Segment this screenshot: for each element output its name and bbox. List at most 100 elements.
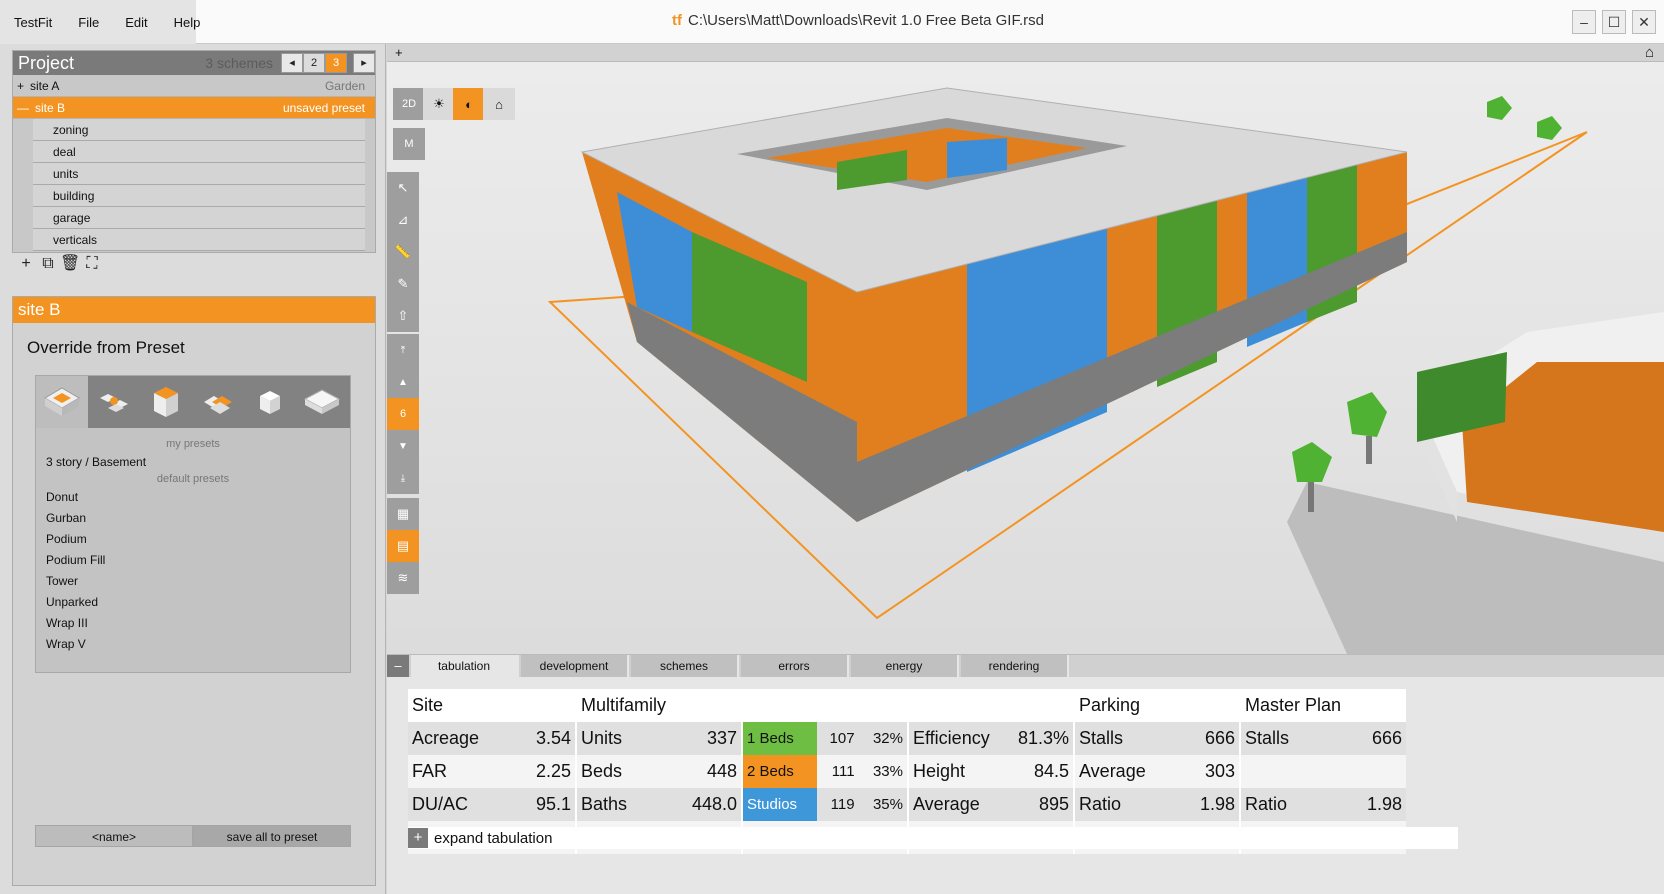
view-mode-2d[interactable]: 2D (393, 88, 425, 120)
floor-up-icon[interactable]: ▲ (387, 366, 419, 398)
preset-item[interactable]: Gurban (46, 508, 350, 529)
cell: 666 (1360, 722, 1406, 755)
site-subitem-building[interactable]: building (33, 185, 365, 207)
cell (1360, 755, 1406, 788)
close-button[interactable]: ✕ (1632, 10, 1656, 34)
maximize-button[interactable]: ☐ (1602, 10, 1626, 34)
menu-testfit[interactable]: TestFit (14, 15, 52, 30)
preset-thumb-gurban[interactable] (88, 376, 140, 428)
preset-item[interactable]: Donut (46, 487, 350, 508)
contrast-icon[interactable]: ◐ (453, 88, 485, 120)
cell: Beds (576, 755, 683, 788)
scheme-page-2[interactable]: 2 (303, 53, 325, 73)
override-heading: Override from Preset (27, 338, 185, 357)
plan-view-icon[interactable]: ▦ (387, 498, 419, 530)
floor-down-icon[interactable]: ▼ (387, 430, 419, 462)
home-view-icon[interactable]: ⌂ (483, 88, 515, 120)
preset-thumb-tower[interactable] (244, 376, 296, 428)
new-view-icon[interactable]: + (395, 44, 403, 61)
preset-item[interactable]: Wrap V (46, 634, 350, 655)
tab-schemes[interactable]: schemes (631, 655, 739, 677)
preset-item[interactable]: 3 story / Basement (46, 452, 350, 473)
menu-help[interactable]: Help (174, 15, 201, 30)
preset-item[interactable]: Podium Fill (46, 550, 350, 571)
expand-icon[interactable]: + (408, 828, 428, 848)
menu-file[interactable]: File (78, 15, 99, 30)
tab-energy[interactable]: energy (851, 655, 959, 677)
table-row: FAR 2.25 Beds 448 2 Beds 111 33% Height … (408, 755, 1406, 788)
minimize-button[interactable]: – (1572, 10, 1596, 34)
prev-scheme-button[interactable]: ◂ (281, 53, 303, 73)
cell: 448.0 (682, 788, 743, 821)
scheme-page-3[interactable]: 3 (325, 53, 347, 73)
3d-viewport[interactable]: + ⌂ 2D ☀ ◐ ⌂ M ↖ ⊿ 📏 ✎ ⇧ ⤒ ▲ 6 ▼ ⤓ ▦ ▤ ≋ (387, 44, 1664, 654)
collapse-panel-icon[interactable]: – (387, 655, 409, 677)
preset-thumb-podium-fill[interactable] (192, 376, 244, 428)
brush-icon[interactable]: ✎ (387, 268, 419, 300)
preset-item[interactable]: Podium (46, 529, 350, 550)
bottom-floor-icon[interactable]: ⤓ (387, 462, 419, 494)
tab-development[interactable]: development (521, 655, 629, 677)
table-row: Acreage 3.54 Units 337 1 Beds 107 32% Ef… (408, 722, 1406, 755)
studio-badge: Studios (742, 788, 817, 821)
site-row-a[interactable]: + site A Garden (13, 75, 375, 97)
menu-edit[interactable]: Edit (125, 15, 147, 30)
home-icon[interactable]: ⌂ (1645, 44, 1654, 62)
window-title: tf C:\Users\Matt\Downloads\Revit 1.0 Fre… (672, 12, 1044, 29)
preset-item[interactable]: Tower (46, 571, 350, 592)
cell: 111 (816, 755, 859, 788)
tab-rendering[interactable]: rendering (961, 655, 1069, 677)
crop-icon[interactable]: ⊿ (387, 204, 419, 236)
my-presets-caption: my presets (166, 438, 220, 450)
site-subitem-deal[interactable]: deal (33, 141, 365, 163)
ruler-icon[interactable]: 📏 (387, 236, 419, 268)
arrow-up-icon[interactable]: ⇧ (387, 300, 419, 332)
expand-tabulation[interactable]: + expand tabulation (408, 827, 1458, 849)
project-toolbar: + ⧉ 🗑 ⛶ (16, 254, 104, 274)
save-preset-button[interactable]: save all to preset (193, 825, 351, 847)
model-mode-button[interactable]: M (393, 128, 425, 160)
preset-thumbnails (36, 376, 350, 428)
site-subitem-garage[interactable]: garage (33, 207, 365, 229)
site-view-icon[interactable]: ▤ (387, 530, 419, 562)
topo-view-icon[interactable]: ≋ (387, 562, 419, 594)
collapse-icon[interactable]: — (17, 101, 29, 115)
cell: 107 (816, 722, 859, 755)
delete-icon[interactable]: 🗑 (60, 254, 80, 274)
tab-tabulation[interactable]: tabulation (411, 655, 519, 677)
top-floor-icon[interactable]: ⤒ (387, 334, 419, 366)
site-subitem-units[interactable]: units (33, 163, 365, 185)
preset-name-field[interactable]: <name> (35, 825, 193, 847)
title-bar: TestFit File Edit Help tf C:\Users\Matt\… (0, 0, 1664, 44)
cell: 448 (682, 755, 743, 788)
left-panel: Project 3 schemes ◂ 2 3 ▸ + site A Garde… (0, 44, 386, 894)
expand-icon[interactable]: + (17, 79, 24, 93)
cell: 35% (858, 788, 910, 821)
preset-thumb-unparked[interactable] (296, 376, 348, 428)
cell: Average (1074, 755, 1179, 788)
cell: 119 (816, 788, 859, 821)
floor-indicator[interactable]: 6 (387, 398, 419, 430)
project-panel: Project 3 schemes ◂ 2 3 ▸ + site A Garde… (12, 50, 376, 253)
next-scheme-button[interactable]: ▸ (353, 53, 375, 73)
project-header: Project 3 schemes ◂ 2 3 ▸ (13, 51, 375, 75)
cell: Ratio (1240, 788, 1361, 821)
preset-thumb-donut[interactable] (36, 376, 88, 428)
preset-item[interactable]: Unparked (46, 592, 350, 613)
tab-errors[interactable]: errors (741, 655, 849, 677)
app-logo-icon: tf (672, 12, 682, 29)
fit-icon[interactable]: ⛶ (82, 254, 102, 274)
preset-item[interactable]: Wrap III (46, 613, 350, 634)
preset-box: my presets 3 story / Basement default pr… (35, 375, 351, 673)
sun-icon[interactable]: ☀ (423, 88, 455, 120)
preset-thumb-podium[interactable] (140, 376, 192, 428)
select-add-icon[interactable]: ↖ (387, 172, 419, 204)
site-row-b[interactable]: — site B unsaved preset (13, 97, 375, 119)
window-title-text: C:\Users\Matt\Downloads\Revit 1.0 Free B… (688, 12, 1044, 29)
site-subitem-verticals[interactable]: verticals (33, 229, 365, 251)
cell (1240, 755, 1361, 788)
duplicate-icon[interactable]: ⧉ (38, 254, 58, 274)
add-icon[interactable]: + (16, 254, 36, 274)
site-subitem-zoning[interactable]: zoning (33, 119, 365, 141)
cell: Average (908, 788, 1006, 821)
